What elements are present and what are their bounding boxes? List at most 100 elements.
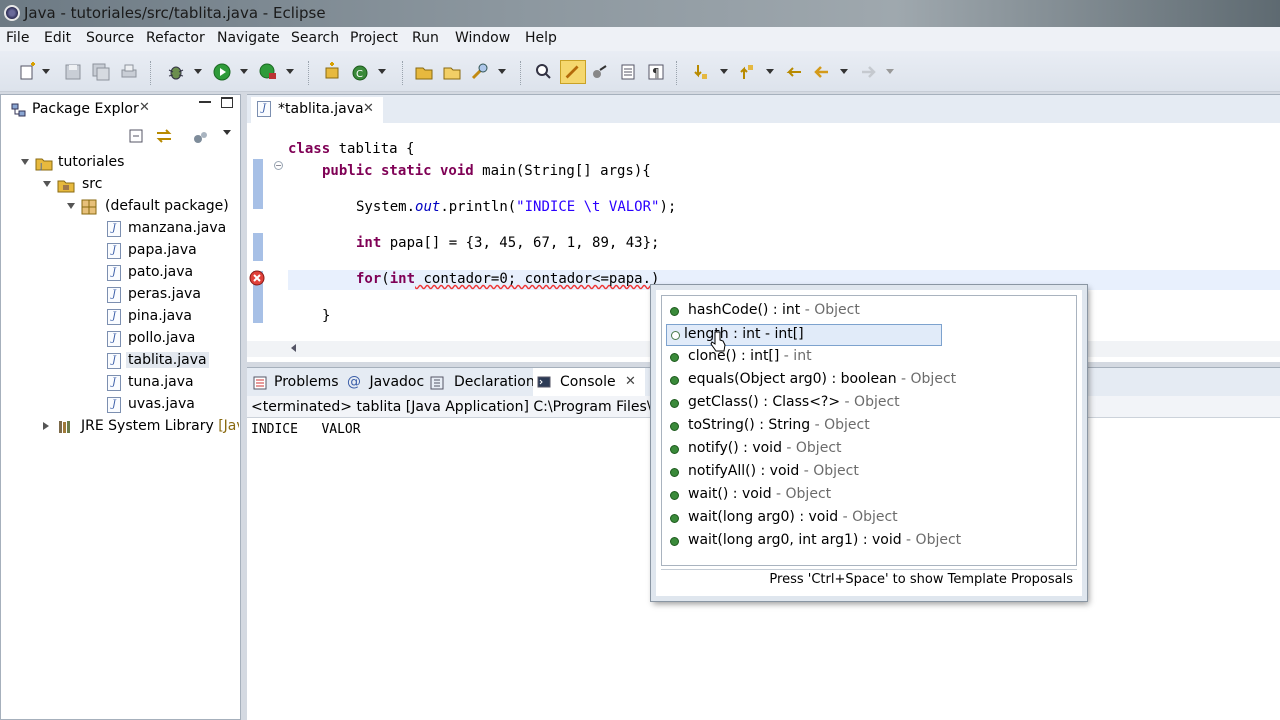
eclipse-window: Java - tutoriales/src/tablita.java - Ecl… bbox=[0, 0, 1280, 720]
proposal-item[interactable]: equals(Object arg0) : boolean - Object bbox=[666, 370, 1066, 392]
view-menu-dropdown-icon[interactable] bbox=[223, 130, 231, 135]
back-icon[interactable] bbox=[812, 62, 832, 82]
new-class-dropdown-icon[interactable] bbox=[378, 69, 386, 74]
proposal-item[interactable]: wait() : void - Object bbox=[666, 485, 1066, 507]
tree-item-tuna-java[interactable]: J tuna.java bbox=[103, 373, 237, 393]
collapsed-arrow-icon[interactable] bbox=[43, 422, 49, 430]
package-icon bbox=[81, 199, 97, 215]
proposal-item[interactable]: hashCode() : int - Object bbox=[666, 301, 1066, 323]
expanded-arrow-icon[interactable] bbox=[21, 159, 29, 165]
run-dropdown-icon[interactable] bbox=[240, 69, 248, 74]
previous-annotation-icon[interactable] bbox=[736, 62, 756, 82]
tree-item-tutoriales[interactable]: J tutoriales bbox=[15, 153, 235, 173]
link-with-editor-icon[interactable] bbox=[155, 127, 173, 145]
view-menu-icon[interactable] bbox=[193, 129, 209, 145]
paragraph-icon[interactable]: ¶ bbox=[646, 62, 666, 82]
menu-run[interactable]: Run bbox=[412, 30, 439, 46]
proposal-item[interactable]: toString() : String - Object bbox=[666, 416, 1066, 438]
previous-annotation-dropdown-icon[interactable] bbox=[766, 69, 774, 74]
proposal-item[interactable]: notify() : void - Object bbox=[666, 439, 1066, 461]
menu-file[interactable]: File bbox=[6, 30, 29, 46]
run-icon[interactable] bbox=[212, 62, 232, 82]
proposal-item[interactable]: getClass() : Class<?> - Object bbox=[666, 393, 1066, 415]
forward-dropdown-icon[interactable] bbox=[886, 69, 894, 74]
search-icon[interactable] bbox=[470, 62, 490, 82]
tab-tablita-java[interactable]: J *tablita.java ✕ bbox=[251, 97, 383, 123]
tree-item-src[interactable]: src bbox=[37, 175, 237, 195]
fold-icon[interactable]: − bbox=[274, 161, 283, 170]
tree-item-manzana-java[interactable]: J manzana.java bbox=[103, 219, 237, 239]
collapse-all-icon[interactable] bbox=[129, 129, 145, 145]
next-annotation-icon[interactable] bbox=[690, 62, 710, 82]
print-icon[interactable] bbox=[119, 62, 139, 82]
new-java-project-icon[interactable] bbox=[322, 62, 342, 82]
tree-item-uvas-java[interactable]: J uvas.java bbox=[103, 395, 237, 415]
open-type-icon[interactable] bbox=[414, 62, 434, 82]
tab-javadoc[interactable]: @ Javadoc bbox=[347, 374, 424, 390]
java-file-icon: J bbox=[107, 375, 121, 391]
debug-dropdown-icon[interactable] bbox=[194, 69, 202, 74]
open-folder-icon[interactable] bbox=[442, 62, 462, 82]
expanded-arrow-icon[interactable] bbox=[43, 181, 51, 187]
next-annotation-dropdown-icon[interactable] bbox=[720, 69, 728, 74]
code-text: } bbox=[322, 308, 331, 324]
public-method-icon bbox=[670, 514, 679, 523]
block-selection-icon[interactable] bbox=[590, 62, 610, 82]
expanded-arrow-icon[interactable] bbox=[67, 203, 75, 209]
save-icon[interactable] bbox=[63, 62, 83, 82]
forward-icon[interactable] bbox=[858, 62, 878, 82]
tree-item-pato-java[interactable]: J pato.java bbox=[103, 263, 237, 283]
external-tools-dropdown-icon[interactable] bbox=[286, 69, 294, 74]
menu-navigate[interactable]: Navigate bbox=[217, 30, 280, 46]
mark-occurrences-icon[interactable] bbox=[560, 60, 586, 84]
close-icon[interactable]: ✕ bbox=[363, 101, 374, 116]
proposal-item-selected[interactable]: length : int - int[] bbox=[666, 324, 942, 346]
save-all-icon[interactable] bbox=[91, 62, 111, 82]
close-icon[interactable]: ✕ bbox=[139, 100, 150, 115]
back-dropdown-icon[interactable] bbox=[840, 69, 848, 74]
error-icon[interactable] bbox=[249, 270, 265, 286]
scroll-left-icon[interactable] bbox=[291, 344, 296, 352]
minimize-icon[interactable] bbox=[199, 101, 211, 103]
last-edit-location-icon[interactable] bbox=[784, 62, 804, 82]
search-dropdown-icon[interactable] bbox=[498, 69, 506, 74]
close-icon[interactable]: ✕ bbox=[625, 374, 636, 389]
tree-item-pina-java[interactable]: J pina.java bbox=[103, 307, 237, 327]
menu-source[interactable]: Source bbox=[86, 30, 134, 46]
tree-item-tablita-java[interactable]: J tablita.java bbox=[103, 351, 237, 371]
external-tools-icon[interactable] bbox=[258, 62, 278, 82]
menu-search[interactable]: Search bbox=[291, 30, 339, 46]
proposal-signature: equals(Object arg0) : boolean bbox=[688, 371, 897, 387]
new-icon[interactable] bbox=[18, 62, 38, 82]
menu-project[interactable]: Project bbox=[350, 30, 398, 46]
svg-text:J: J bbox=[39, 162, 42, 171]
proposal-item[interactable]: wait(long arg0) : void - Object bbox=[666, 508, 1066, 530]
tree-item-jre-system-library[interactable]: JRE System Library [JavaS bbox=[37, 417, 239, 437]
tab-declaration[interactable]: Declaration bbox=[430, 374, 535, 390]
tab-console[interactable]: Console ✕ bbox=[533, 368, 645, 396]
proposal-item[interactable]: wait(long arg0, int arg1) : void - Objec… bbox=[666, 531, 1066, 553]
menu-edit[interactable]: Edit bbox=[44, 30, 71, 46]
toolbar-separator bbox=[150, 61, 152, 85]
menu-help[interactable]: Help bbox=[525, 30, 557, 46]
new-class-icon[interactable]: C bbox=[350, 62, 370, 82]
project-icon: J bbox=[35, 158, 53, 171]
toggle-breadcrumb-icon[interactable] bbox=[534, 62, 554, 82]
proposal-item[interactable]: notifyAll() : void - Object bbox=[666, 462, 1066, 484]
code-line: int papa[] = {3, 45, 67, 1, 89, 43}; bbox=[356, 235, 659, 251]
tab-package-explorer[interactable]: Package Explor ✕ bbox=[5, 97, 167, 121]
maximize-icon[interactable] bbox=[221, 97, 233, 108]
tree-item-pollo-java[interactable]: J pollo.java bbox=[103, 329, 237, 349]
new-dropdown-icon[interactable] bbox=[42, 69, 50, 74]
proposal-owner: - Object bbox=[810, 417, 870, 433]
jre-suffix: [JavaS bbox=[218, 418, 239, 434]
java-file-icon: J bbox=[107, 221, 121, 237]
menu-window[interactable]: Window bbox=[455, 30, 510, 46]
tree-item-peras-java[interactable]: J peras.java bbox=[103, 285, 237, 305]
debug-icon[interactable] bbox=[166, 62, 186, 82]
tree-item-papa-java[interactable]: J papa.java bbox=[103, 241, 237, 261]
tab-problems[interactable]: Problems bbox=[253, 374, 339, 390]
show-whitespace-icon[interactable] bbox=[618, 62, 638, 82]
menu-refactor[interactable]: Refactor bbox=[146, 30, 205, 46]
tree-item-default-package[interactable]: (default package) bbox=[61, 197, 237, 217]
